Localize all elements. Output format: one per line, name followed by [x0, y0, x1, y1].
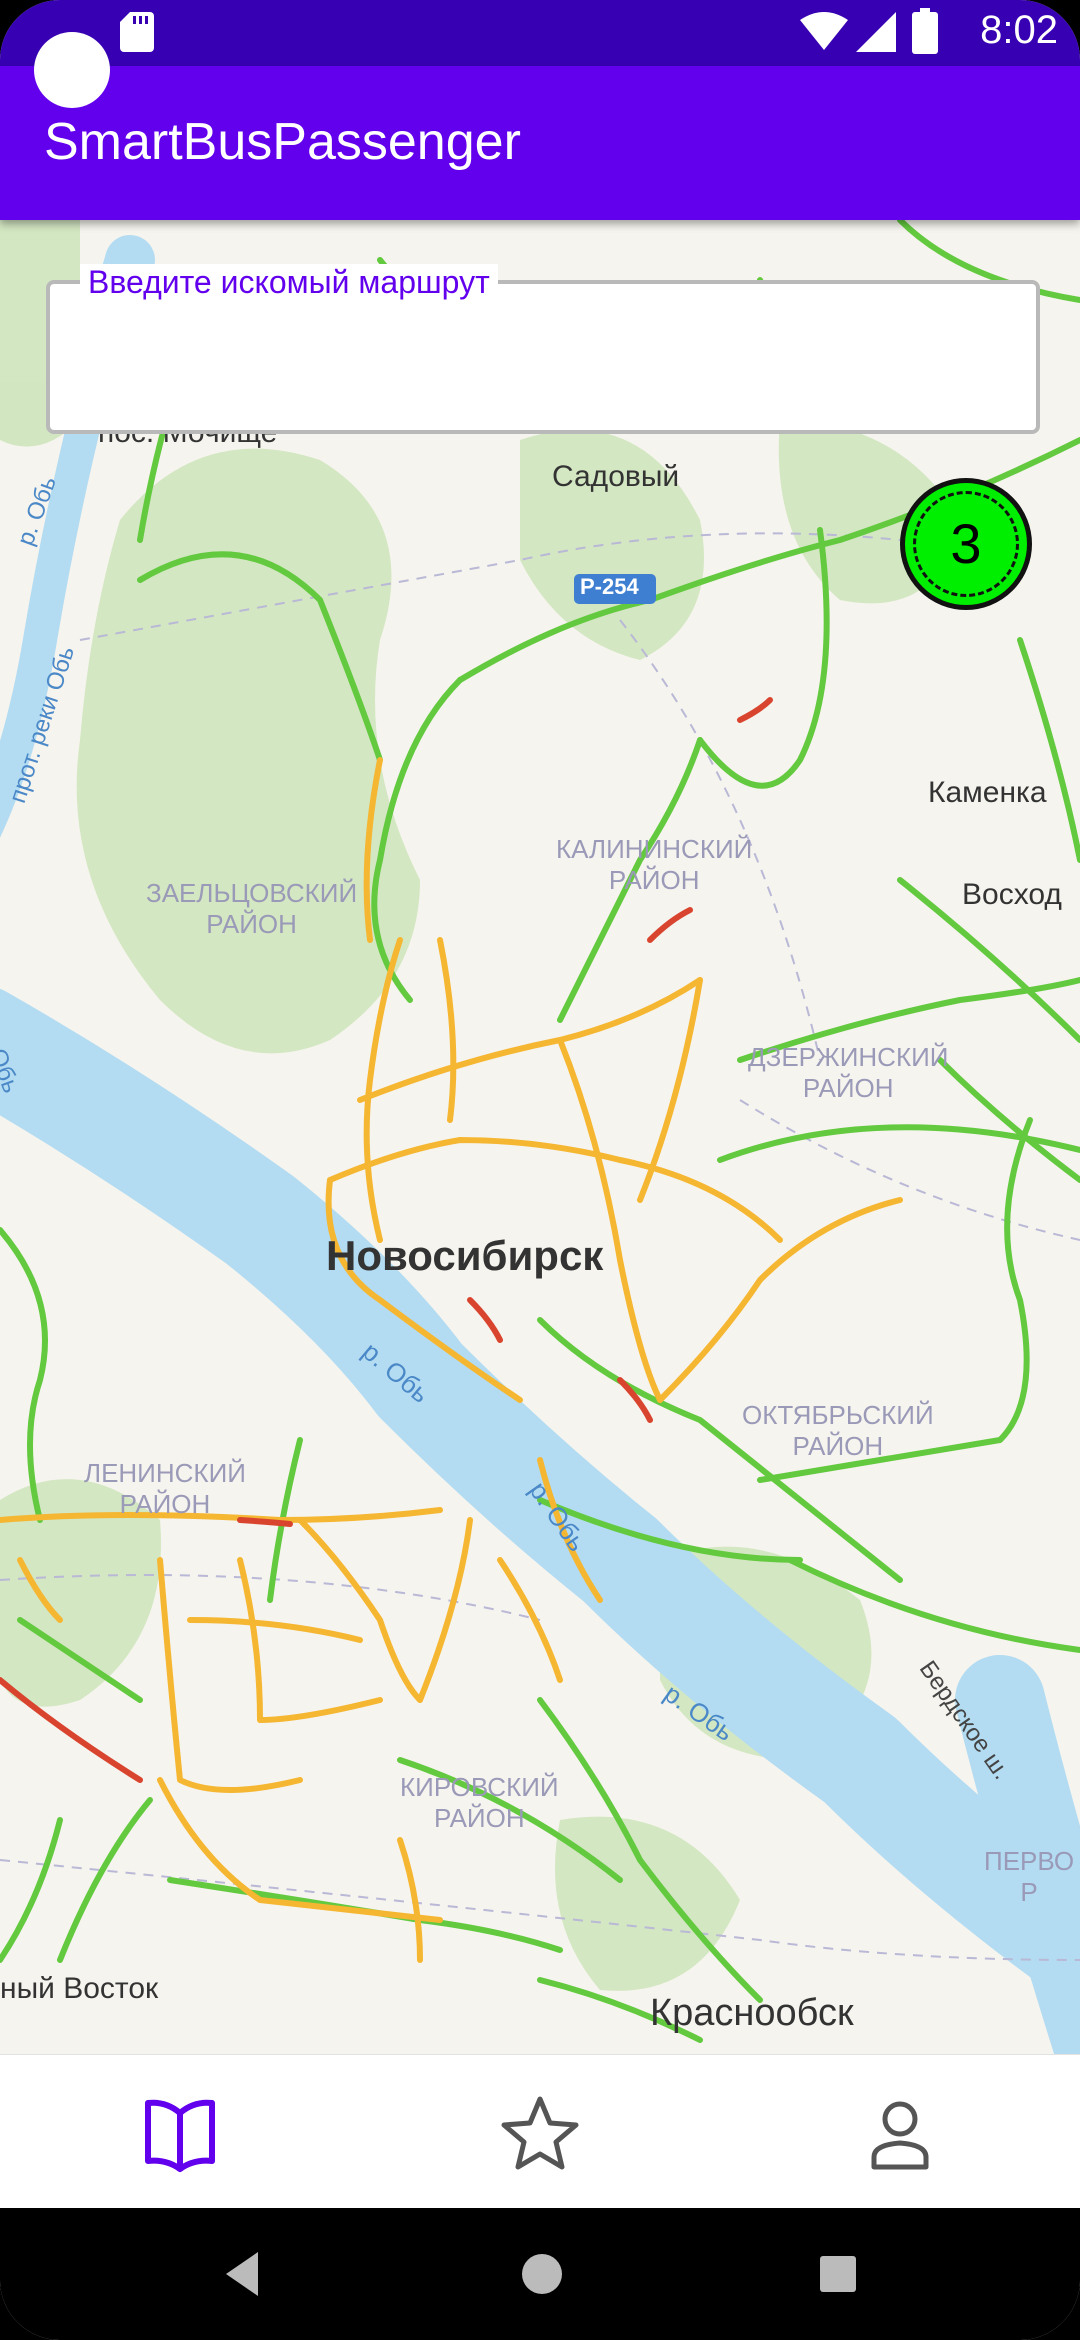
district-kalininsky: КАЛИНИНСКИЙ РАЙОН — [556, 834, 752, 896]
label-kamenka: Каменка — [928, 776, 1047, 809]
label-krasnoobsk: Краснообск — [650, 1992, 854, 2034]
district-oktyabrsky: ОКТЯБРЬСКИЙ РАЙОН — [742, 1400, 934, 1462]
bottom-navigation — [0, 2054, 1080, 2209]
nav-favorites-tab[interactable] — [490, 2083, 590, 2183]
battery-icon — [912, 8, 938, 54]
district-kalininsky-line1: КАЛИНИНСКИЙ — [556, 834, 753, 864]
district-dzerzhinsky-line2: РАЙОН — [802, 1073, 894, 1103]
district-zaeltsovsky-line1: ЗАЕЛЬЦОВСКИЙ — [146, 878, 358, 908]
status-time: 8:02 — [980, 8, 1058, 52]
road-badge-text: Р-254 — [580, 574, 639, 599]
app-title: SmartBusPassenger — [44, 113, 521, 171]
sd-card-icon — [120, 12, 154, 52]
bus-cluster-marker[interactable]: 3 — [900, 478, 1032, 610]
district-pervo-line1: ПЕРВО — [984, 1846, 1075, 1876]
district-zaeltsovsky: ЗАЕЛЬЦОВСКИЙ РАЙОН — [146, 878, 357, 940]
district-leninsky: ЛЕНИНСКИЙ РАЙОН — [84, 1458, 246, 1520]
route-search-label: Введите искомый маршрут — [80, 264, 498, 301]
district-pervo: ПЕРВО Р — [984, 1846, 1074, 1908]
nav-profile-tab[interactable] — [850, 2083, 950, 2183]
label-city: Новосибирск — [326, 1232, 604, 1279]
district-kirovsky-line1: КИРОВСКИЙ — [400, 1772, 559, 1802]
district-oktyabrsky-line2: РАЙОН — [792, 1431, 884, 1461]
notification-dot — [34, 32, 110, 108]
signal-icon — [856, 12, 896, 52]
wifi-icon — [800, 12, 848, 50]
star-icon — [501, 2096, 579, 2170]
label-vostok: ный Восток — [0, 1972, 159, 2005]
cluster-count: 3 — [950, 512, 982, 575]
nav-routes-tab[interactable] — [130, 2083, 230, 2183]
book-icon — [145, 2099, 215, 2172]
home-icon[interactable] — [520, 2252, 564, 2296]
district-kalininsky-line2: РАЙОН — [608, 865, 700, 895]
district-kirovsky-line2: РАЙОН — [433, 1803, 525, 1833]
system-navigation-bar — [0, 2208, 1080, 2340]
district-kirovsky: КИРОВСКИЙ РАЙОН — [400, 1772, 559, 1834]
app-bar: SmartBusPassenger — [0, 66, 1080, 220]
label-sadovy: Садовый — [552, 460, 680, 493]
status-bar: 8:02 — [0, 0, 1080, 66]
phone-screen: 8:02 SmartBusPassenger Р-254 Садовый Кам… — [0, 0, 1080, 2340]
route-search-input[interactable] — [46, 280, 1040, 434]
person-icon — [871, 2101, 929, 2170]
recents-icon[interactable] — [818, 2254, 858, 2294]
district-oktyabrsky-line1: ОКТЯБРЬСКИЙ — [742, 1400, 934, 1430]
district-zaeltsovsky-line2: РАЙОН — [206, 909, 297, 939]
district-leninsky-line1: ЛЕНИНСКИЙ — [84, 1458, 246, 1488]
district-pervo-line2: Р — [1020, 1877, 1038, 1907]
label-voskhod: Восход — [962, 878, 1062, 911]
district-leninsky-line2: РАЙОН — [119, 1489, 211, 1519]
district-dzerzhinsky: ДЗЕРЖИНСКИЙ РАЙОН — [748, 1042, 948, 1104]
district-dzerzhinsky-line1: ДЗЕРЖИНСКИЙ — [748, 1042, 949, 1072]
back-icon[interactable] — [218, 2248, 266, 2300]
